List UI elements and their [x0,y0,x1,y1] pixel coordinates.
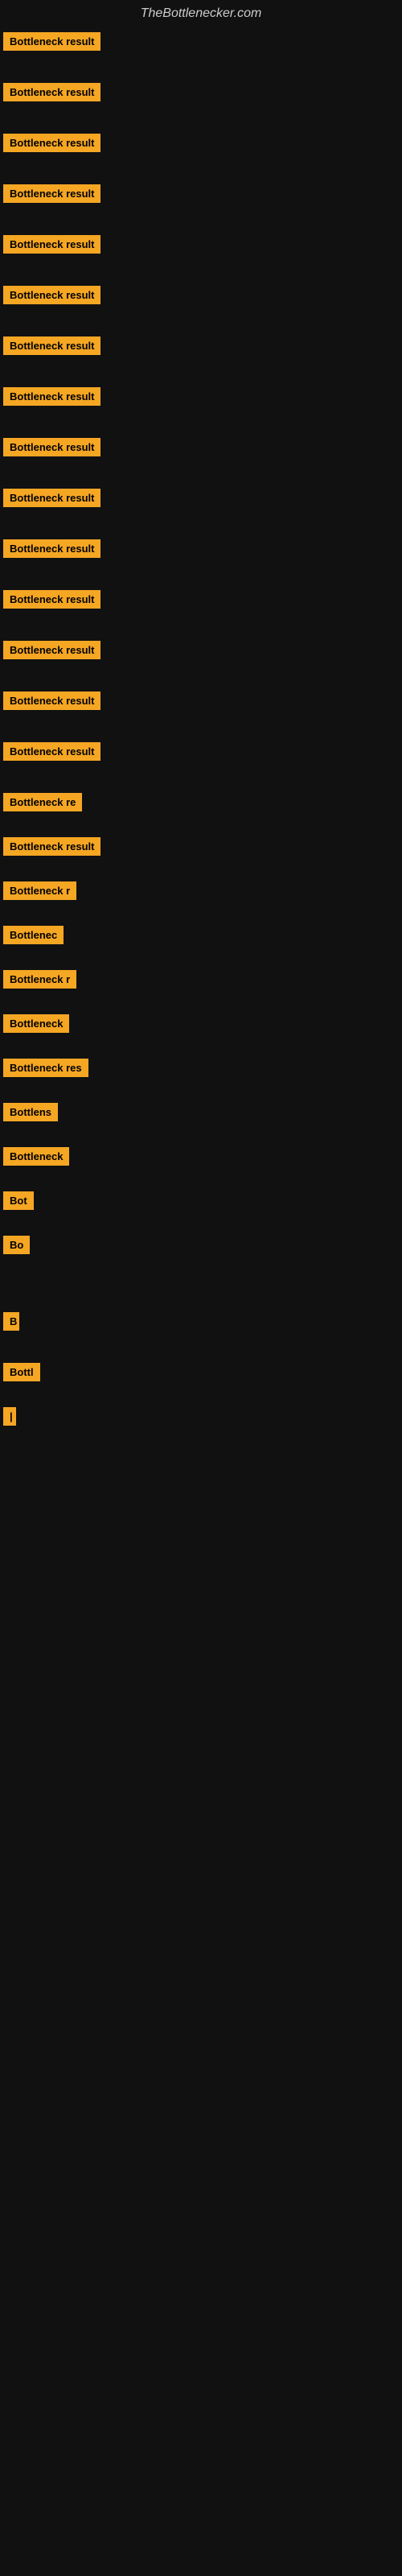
list-item: Bottleneck [3,1142,399,1170]
bottleneck-badge[interactable]: Bottleneck [3,1147,69,1166]
list-item: Bottleneck re [3,788,399,816]
list-item: B [3,1307,399,1335]
site-title: TheBottlenecker.com [3,0,399,27]
list-item: Bottleneck result [3,332,399,360]
bottleneck-badge[interactable]: Bottleneck result [3,438,100,456]
list-item: Bottleneck r [3,965,399,993]
bottleneck-badge[interactable]: Bottleneck r [3,970,76,989]
bottleneck-badge[interactable]: Bottleneck re [3,793,82,811]
list-item [3,1275,399,1285]
bottleneck-badge[interactable]: Bottleneck result [3,235,100,254]
bottleneck-badge[interactable]: Bottleneck res [3,1059,88,1077]
bottleneck-badge[interactable]: Bottleneck result [3,489,100,507]
list-item: Bottleneck result [3,180,399,208]
bottleneck-badge[interactable]: Bottlens [3,1103,58,1121]
bottleneck-badge[interactable]: | [3,1407,16,1426]
list-item: Bottleneck res [3,1054,399,1082]
bottleneck-badge[interactable]: Bo [3,1236,30,1254]
list-item: Bottleneck result [3,636,399,664]
list-item: Bottlenec [3,921,399,949]
list-item: | [3,1402,399,1430]
list-item: Bottleneck result [3,433,399,461]
list-item: Bottleneck result [3,78,399,106]
list-item: Bottleneck r [3,877,399,905]
list-item: Bottleneck result [3,535,399,563]
list-item: Bottleneck result [3,687,399,715]
list-item: Bottleneck result [3,27,399,56]
bottleneck-badge[interactable]: Bottleneck result [3,691,100,710]
bottleneck-badge[interactable]: Bottleneck result [3,837,100,856]
list-item: Bottleneck result [3,832,399,861]
bottleneck-badge[interactable]: B [3,1312,19,1331]
bottleneck-badge[interactable]: Bottleneck result [3,641,100,659]
list-item: Bo [3,1231,399,1259]
list-item: Bottlens [3,1098,399,1126]
bottleneck-badge[interactable]: Bottleneck result [3,387,100,406]
list-item: Bot [3,1187,399,1215]
bottleneck-badge[interactable]: Bottleneck result [3,83,100,101]
bottleneck-badge[interactable]: Bottleneck r [3,881,76,900]
list-item: Bottleneck result [3,737,399,766]
bottleneck-badge[interactable]: Bottlenec [3,926,64,944]
list-item: Bottleneck [3,1009,399,1038]
bottleneck-badge[interactable]: Bottl [3,1363,40,1381]
list-item: Bottleneck result [3,484,399,512]
list-item: Bottleneck result [3,129,399,157]
bottleneck-badge[interactable]: Bottleneck result [3,134,100,152]
list-item: Bottleneck result [3,382,399,411]
bottleneck-badge[interactable]: Bottleneck result [3,336,100,355]
bottleneck-badge[interactable]: Bottleneck result [3,286,100,304]
bottleneck-badge[interactable]: Bottleneck result [3,539,100,558]
list-item: Bottleneck result [3,281,399,309]
bottleneck-badge[interactable]: Bot [3,1191,34,1210]
bottleneck-badge[interactable]: Bottleneck result [3,32,100,51]
bottleneck-badge[interactable]: Bottleneck result [3,184,100,203]
bottleneck-badge[interactable]: Bottleneck [3,1014,69,1033]
list-item: Bottleneck result [3,585,399,613]
list-item: Bottleneck result [3,230,399,258]
bottleneck-badge[interactable]: Bottleneck result [3,742,100,761]
bottleneck-badge[interactable]: Bottleneck result [3,590,100,609]
list-item: Bottl [3,1358,399,1386]
